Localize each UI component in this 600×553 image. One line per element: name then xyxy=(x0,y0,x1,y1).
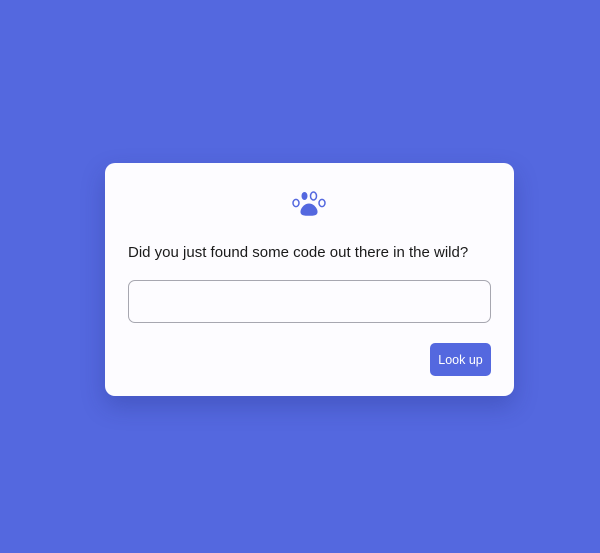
look-up-button[interactable]: Look up xyxy=(430,343,491,376)
page: Did you just found some code out there i… xyxy=(0,0,600,553)
lookup-card: Did you just found some code out there i… xyxy=(105,163,514,396)
paw-icon xyxy=(292,191,326,216)
question-text: Did you just found some code out there i… xyxy=(128,244,469,261)
code-input[interactable] xyxy=(128,280,491,323)
